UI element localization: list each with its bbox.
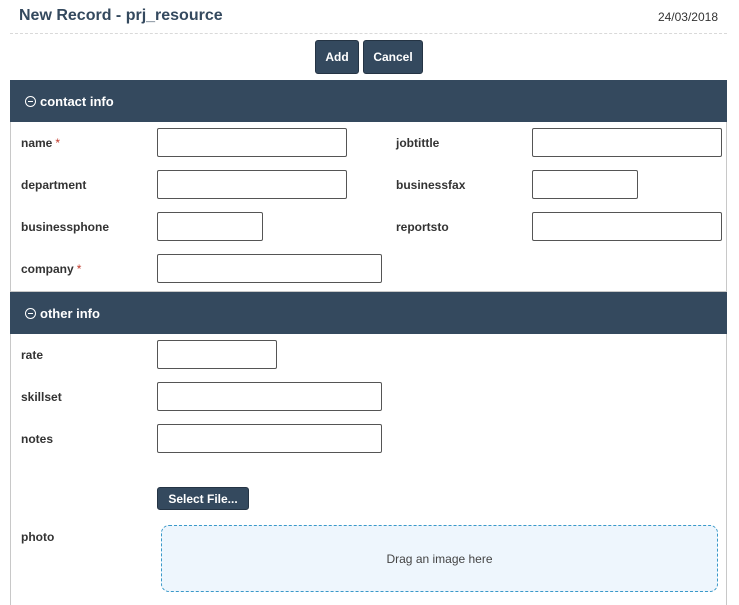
reportsto-input[interactable] (532, 212, 722, 241)
notes-input[interactable] (157, 424, 382, 453)
record-date: 24/03/2018 (657, 10, 718, 24)
businessphone-label: businessphone (21, 220, 110, 234)
contact-info-header[interactable]: contact info (10, 80, 727, 122)
department-input[interactable] (157, 170, 347, 199)
skillset-label: skillset (21, 390, 62, 404)
cancel-button[interactable]: Cancel (363, 40, 423, 74)
department-label: department (21, 178, 87, 192)
required-marker: * (76, 262, 82, 276)
other-info-title: other info (40, 305, 100, 321)
name-label: name * (21, 136, 60, 150)
name-label-text: name (21, 136, 53, 150)
page-title: New Record - prj_resource (19, 7, 223, 24)
image-dropzone[interactable]: Drag an image here (161, 525, 718, 592)
other-info-header[interactable]: other info (10, 292, 727, 334)
contact-info-title: contact info (40, 93, 114, 109)
company-label-text: company (21, 262, 74, 276)
reportsto-label: reportsto (396, 220, 449, 234)
required-marker: * (55, 136, 61, 150)
skillset-input[interactable] (157, 382, 382, 411)
rate-label: rate (21, 348, 44, 362)
photo-label: photo (21, 530, 55, 544)
jobtittle-label: jobtittle (396, 136, 440, 150)
businessfax-input[interactable] (532, 170, 638, 199)
company-input[interactable] (157, 254, 382, 283)
jobtittle-input[interactable] (532, 128, 722, 157)
add-button[interactable]: Add (315, 40, 359, 74)
dropzone-text: Drag an image here (386, 551, 493, 566)
minus-circle-icon[interactable] (25, 307, 36, 319)
company-label: company * (21, 262, 81, 276)
name-input[interactable] (157, 128, 347, 157)
minus-circle-icon[interactable] (25, 95, 36, 107)
header-divider (10, 33, 727, 34)
notes-label: notes (21, 432, 54, 446)
select-file-button[interactable]: Select File... (157, 487, 249, 510)
rate-input[interactable] (157, 340, 277, 369)
businessfax-label: businessfax (396, 178, 466, 192)
businessphone-input[interactable] (157, 212, 263, 241)
